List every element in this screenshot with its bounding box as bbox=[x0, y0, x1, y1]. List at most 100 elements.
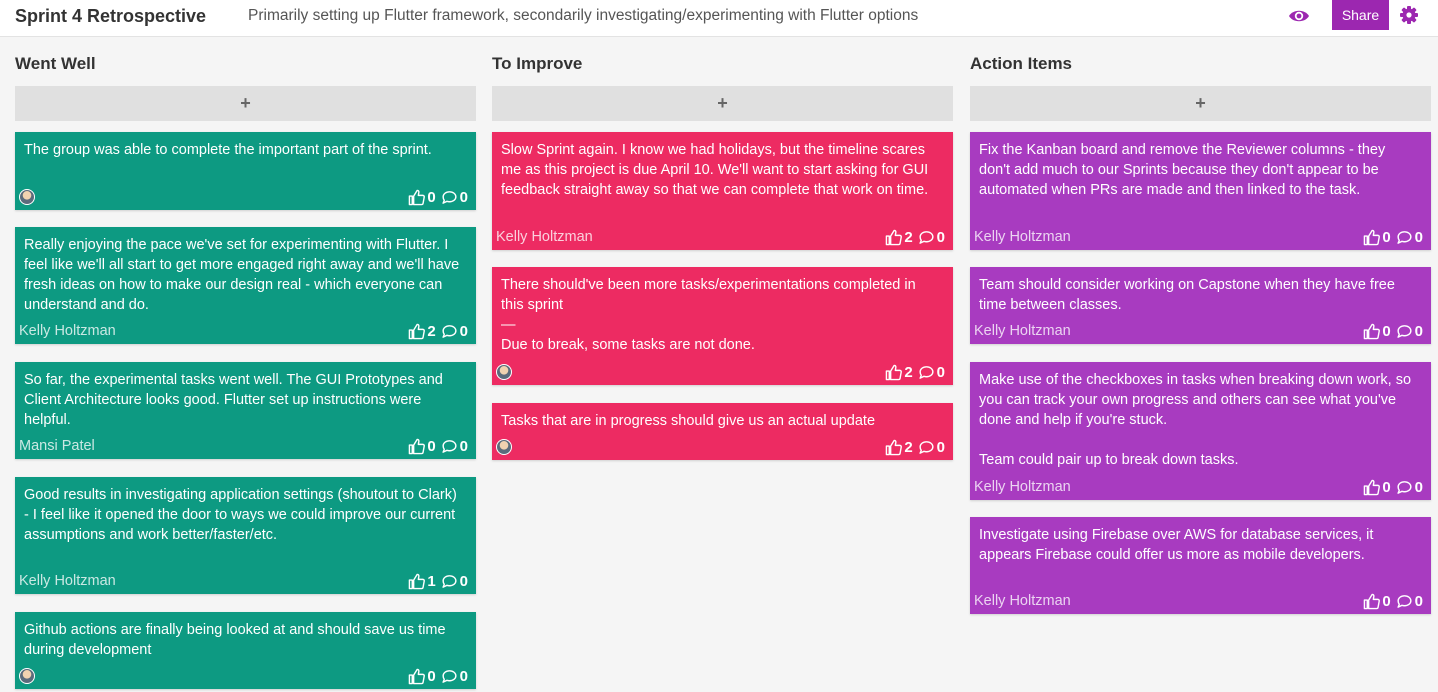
comment-icon[interactable] bbox=[441, 189, 458, 206]
comment-icon[interactable] bbox=[441, 323, 458, 340]
thumbs-up-icon[interactable] bbox=[885, 364, 903, 381]
thumbs-up-icon[interactable] bbox=[408, 573, 426, 590]
card-counts: 0 0 bbox=[1363, 479, 1423, 496]
card[interactable]: Github actions are finally being looked … bbox=[15, 612, 476, 689]
board-subtitle: Primarily setting up Flutter framework, … bbox=[248, 7, 919, 24]
like-count: 0 bbox=[427, 437, 436, 455]
card-counts: 0 0 bbox=[408, 189, 468, 206]
thumbs-up-icon[interactable] bbox=[408, 323, 426, 340]
card-text: Github actions are finally being looked … bbox=[24, 622, 446, 658]
card[interactable]: Good results in investigating applicatio… bbox=[15, 477, 476, 594]
comment-icon[interactable] bbox=[1396, 479, 1413, 496]
card[interactable]: Really enjoying the pace we've set for e… bbox=[15, 227, 476, 344]
comment-icon[interactable] bbox=[441, 438, 458, 455]
thumbs-up-icon[interactable] bbox=[408, 438, 426, 455]
comment-count: 0 bbox=[459, 322, 468, 340]
card-footer: Kelly Holtzman 0 0 bbox=[974, 478, 1423, 496]
comment-icon[interactable] bbox=[1396, 323, 1413, 340]
top-bar: Sprint 4 Retrospective Primarily setting… bbox=[0, 0, 1438, 37]
like-count: 2 bbox=[427, 322, 436, 340]
card-author: Kelly Holtzman bbox=[974, 593, 1071, 609]
thumbs-up-icon[interactable] bbox=[1363, 323, 1381, 340]
avatar bbox=[496, 439, 512, 455]
comment-icon[interactable] bbox=[1396, 229, 1413, 246]
thumbs-up-icon[interactable] bbox=[885, 439, 903, 456]
comment-icon[interactable] bbox=[441, 573, 458, 590]
like-count: 1 bbox=[427, 572, 436, 590]
card-counts: 2 0 bbox=[408, 323, 468, 340]
card-author: Kelly Holtzman bbox=[974, 479, 1071, 495]
comment-icon[interactable] bbox=[918, 364, 935, 381]
add-card-button[interactable]: + bbox=[15, 86, 476, 121]
comment-icon[interactable] bbox=[918, 439, 935, 456]
card[interactable]: There should've been more tasks/experime… bbox=[492, 267, 953, 385]
thumbs-up-icon[interactable] bbox=[408, 668, 426, 685]
card-text: There should've been more tasks/experime… bbox=[501, 277, 916, 353]
card-counts: 2 0 bbox=[885, 364, 945, 381]
card-author: Kelly Holtzman bbox=[19, 573, 116, 589]
card-text: Slow Sprint again. I know we had holiday… bbox=[501, 142, 929, 198]
card[interactable]: Make use of the checkboxes in tasks when… bbox=[970, 362, 1431, 500]
card[interactable]: Investigate using Firebase over AWS for … bbox=[970, 517, 1431, 614]
eye-icon[interactable] bbox=[1288, 7, 1310, 25]
card-counts: 2 0 bbox=[885, 229, 945, 246]
card-footer: 0 0 bbox=[19, 188, 468, 206]
card-footer: 0 0 bbox=[19, 667, 468, 685]
comment-count: 0 bbox=[936, 363, 945, 381]
card[interactable]: The group was able to complete the impor… bbox=[15, 132, 476, 210]
column-title: Went Well bbox=[15, 54, 96, 73]
like-count: 0 bbox=[1382, 592, 1391, 610]
card[interactable]: So far, the experimental tasks went well… bbox=[15, 362, 476, 459]
gear-icon[interactable] bbox=[1399, 5, 1419, 25]
card-text: The group was able to complete the impor… bbox=[24, 142, 432, 158]
like-count: 0 bbox=[1382, 322, 1391, 340]
comment-count: 0 bbox=[1414, 228, 1423, 246]
card-footer: 2 0 bbox=[496, 438, 945, 456]
card-text: Really enjoying the pace we've set for e… bbox=[24, 237, 460, 313]
like-count: 2 bbox=[904, 363, 913, 381]
comment-count: 0 bbox=[936, 228, 945, 246]
thumbs-up-icon[interactable] bbox=[1363, 479, 1381, 496]
comment-icon[interactable] bbox=[918, 229, 935, 246]
card-text: Make use of the checkboxes in tasks when… bbox=[979, 372, 1412, 468]
comment-count: 0 bbox=[1414, 592, 1423, 610]
comment-icon[interactable] bbox=[1396, 593, 1413, 610]
add-card-button[interactable]: + bbox=[492, 86, 953, 121]
card-counts: 0 0 bbox=[1363, 229, 1423, 246]
like-count: 0 bbox=[1382, 478, 1391, 496]
comment-count: 0 bbox=[1414, 478, 1423, 496]
card-author: Kelly Holtzman bbox=[496, 229, 593, 245]
thumbs-up-icon[interactable] bbox=[1363, 229, 1381, 246]
thumbs-up-icon[interactable] bbox=[1363, 593, 1381, 610]
card-text: So far, the experimental tasks went well… bbox=[24, 372, 443, 428]
share-button[interactable]: Share bbox=[1332, 0, 1389, 30]
card[interactable]: Team should consider working on Capstone… bbox=[970, 267, 1431, 344]
card-counts: 0 0 bbox=[408, 438, 468, 455]
comment-icon[interactable] bbox=[441, 668, 458, 685]
card-text: Team should consider working on Capstone… bbox=[979, 277, 1395, 313]
avatar bbox=[19, 189, 35, 205]
card-footer: Kelly Holtzman 2 0 bbox=[19, 322, 468, 340]
card[interactable]: Tasks that are in progress should give u… bbox=[492, 403, 953, 460]
card-text: Investigate using Firebase over AWS for … bbox=[979, 527, 1374, 563]
like-count: 2 bbox=[904, 438, 913, 456]
card-text: Tasks that are in progress should give u… bbox=[501, 413, 876, 429]
card[interactable]: Fix the Kanban board and remove the Revi… bbox=[970, 132, 1431, 250]
card-counts: 0 0 bbox=[1363, 323, 1423, 340]
card-counts: 1 0 bbox=[408, 573, 468, 590]
add-card-button[interactable]: + bbox=[970, 86, 1431, 121]
like-count: 2 bbox=[904, 228, 913, 246]
thumbs-up-icon[interactable] bbox=[408, 189, 426, 206]
like-count: 0 bbox=[427, 667, 436, 685]
comment-count: 0 bbox=[459, 572, 468, 590]
card-author: Mansi Patel bbox=[19, 438, 95, 454]
like-count: 0 bbox=[1382, 228, 1391, 246]
card-author: Kelly Holtzman bbox=[19, 323, 116, 339]
comment-count: 0 bbox=[936, 438, 945, 456]
card-footer: Mansi Patel 0 0 bbox=[19, 437, 468, 455]
board-title: Sprint 4 Retrospective bbox=[15, 6, 207, 26]
thumbs-up-icon[interactable] bbox=[885, 229, 903, 246]
like-count: 0 bbox=[427, 188, 436, 206]
column-title: Action Items bbox=[970, 54, 1073, 73]
card[interactable]: Slow Sprint again. I know we had holiday… bbox=[492, 132, 953, 250]
